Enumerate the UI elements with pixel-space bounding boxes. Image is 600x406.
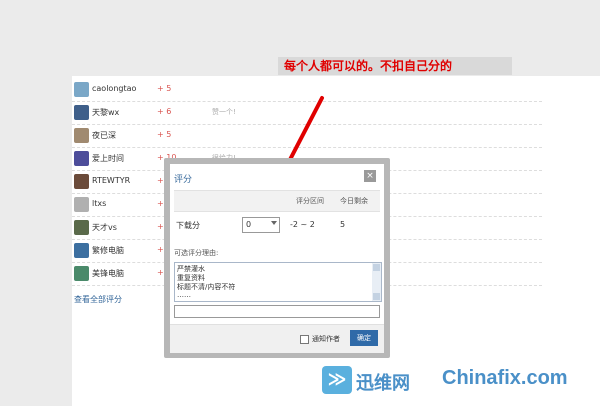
notify-author-label[interactable]: 通知作者 [312,334,340,344]
rater-score: + 5 [157,84,172,93]
rating-dialog-frame: 评分 × 评分区间 今日剩余 下载分 0 -2 ~ 2 5 可选评分理由: 严禁… [164,158,390,358]
column-header-remaining: 今日剩余 [340,197,368,205]
scroll-up-icon[interactable] [373,264,380,271]
notify-author-checkbox[interactable] [300,335,309,344]
scroll-down-icon[interactable] [373,293,380,300]
user-avatar[interactable] [74,128,89,143]
rater-score: + 5 [157,130,172,139]
score-select-value: 0 [246,220,252,229]
user-avatar[interactable] [74,197,89,212]
reason-label: 可选评分理由: [174,249,219,257]
confirm-button[interactable]: 确定 [350,330,378,346]
rater-name[interactable]: RTEWTYR [92,176,130,185]
close-button[interactable]: × [364,170,376,182]
rater-name[interactable]: 美锋电脑 [92,268,124,279]
rater-name[interactable]: ltxs [92,199,106,208]
rater-note: 赞一个! [212,108,236,116]
rater-score: + 6 [157,107,172,116]
score-select[interactable]: 0 [242,217,280,233]
close-icon: × [366,171,374,181]
reason-option[interactable]: …… [177,291,191,299]
user-avatar[interactable] [74,220,89,235]
rating-dialog: 评分 × 评分区间 今日剩余 下载分 0 -2 ~ 2 5 可选评分理由: 严禁… [170,164,384,353]
user-avatar[interactable] [74,105,89,120]
user-avatar[interactable] [74,174,89,189]
rater-row: caolongtao + 5 [72,78,542,102]
dialog-footer: 通知作者 确定 [170,324,384,353]
view-all-ratings-link[interactable]: 查看全部评分 [74,294,122,305]
rater-name[interactable]: 爱上时间 [92,153,124,164]
user-avatar[interactable] [74,151,89,166]
score-type-label: 下载分 [176,221,200,230]
chevron-down-icon [271,221,277,225]
reason-scrollbar[interactable] [372,263,381,301]
custom-reason-input[interactable] [174,305,380,318]
user-avatar[interactable] [74,243,89,258]
rater-name[interactable]: 繁修电脑 [92,245,124,256]
rater-row: 天黎wx + 6 赞一个! [72,101,542,125]
rater-name[interactable]: 夜已深 [92,130,116,141]
rater-name[interactable]: caolongtao [92,84,136,93]
rater-name[interactable]: 天才vs [92,222,117,233]
reason-listbox[interactable]: 严禁灌水 重复资料 标题不清/内容不符 …… [174,262,382,302]
rater-name[interactable]: 天黎wx [92,107,119,118]
watermark-logo-icon: ≫ [322,366,352,394]
score-range-value: -2 ~ 2 [290,220,315,229]
dialog-title: 评分 [174,175,193,185]
watermark-en: Chinafix.com [442,367,568,389]
column-header-range: 评分区间 [296,197,324,205]
rater-row: 夜已深 + 5 [72,124,542,148]
remaining-today-value: 5 [340,220,346,229]
annotation-caption: 每个人都可以的。不扣自己分的 [278,57,512,75]
user-avatar[interactable] [74,266,89,281]
watermark-cn: 迅维网 [356,373,410,394]
user-avatar[interactable] [74,82,89,97]
